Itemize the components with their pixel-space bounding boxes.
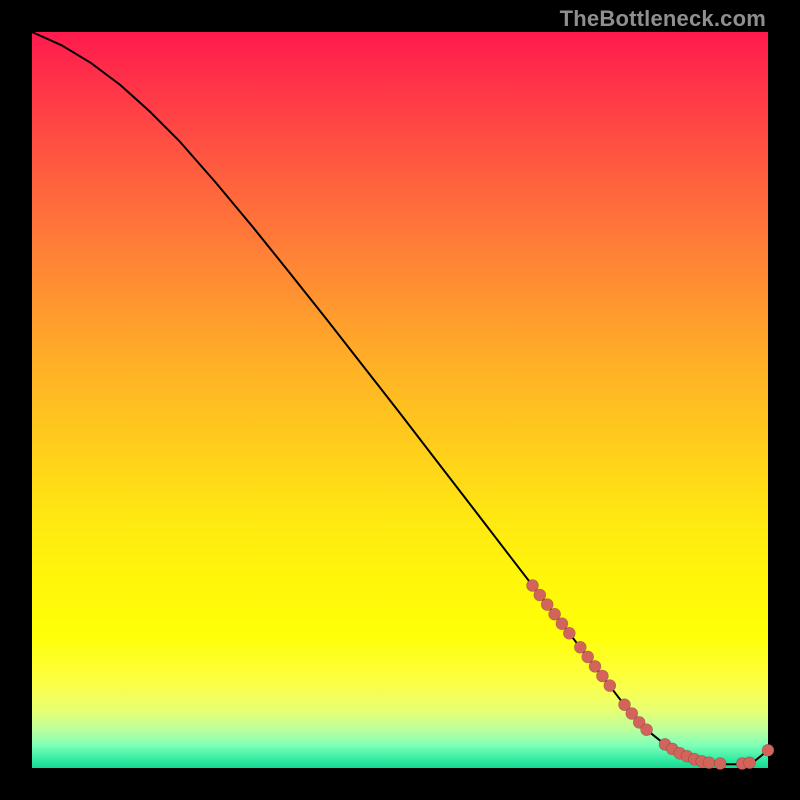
data-marker (563, 627, 575, 639)
bottleneck-curve (32, 32, 768, 764)
data-marker (714, 758, 726, 770)
data-marker (641, 724, 653, 736)
chart-stage: TheBottleneck.com (0, 0, 800, 800)
data-marker (744, 757, 756, 769)
data-marker (604, 680, 616, 692)
watermark-text: TheBottleneck.com (560, 6, 766, 32)
data-marker (703, 757, 715, 769)
marker-group (527, 580, 775, 770)
chart-overlay (32, 32, 768, 768)
data-marker (762, 744, 774, 756)
